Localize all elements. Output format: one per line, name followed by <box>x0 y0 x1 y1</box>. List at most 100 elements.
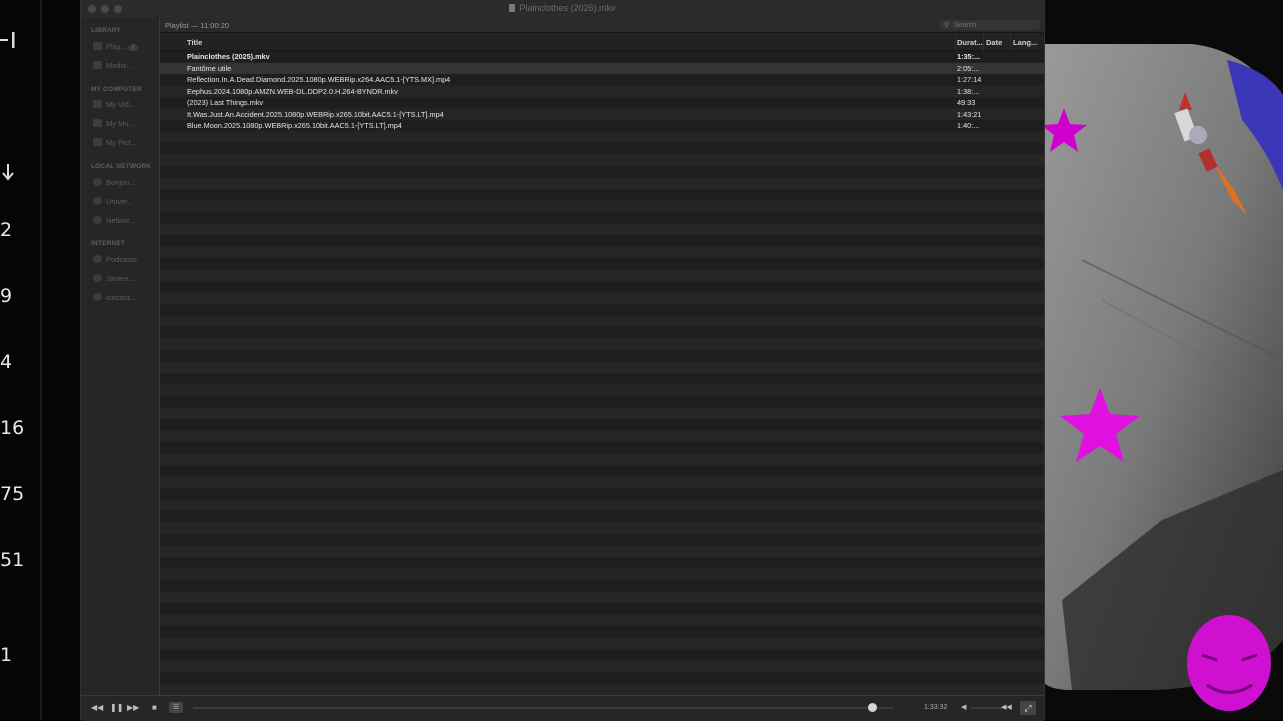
background-number: 51 <box>0 549 25 571</box>
column-header-duration[interactable]: Durat... <box>957 38 983 47</box>
window-title-text: Plainclothes (2026).mkv <box>519 3 616 13</box>
sidebar-item-label: My Mu... <box>106 119 135 128</box>
network-globe-icon <box>93 216 102 224</box>
search-input[interactable] <box>954 20 1036 30</box>
podcast-icon <box>93 293 102 301</box>
sidebar-heading-internet: INTERNET <box>91 240 126 247</box>
row-title: Plainclothes (2025).mkv <box>187 52 270 61</box>
playlist-row[interactable]: Fantôme utile 2:05:... <box>160 62 1044 74</box>
podcast-icon <box>93 255 102 263</box>
playlist-toggle-button[interactable]: ☰ <box>169 702 183 713</box>
background-number: 2 <box>0 219 13 241</box>
column-header-date[interactable]: Date <box>986 38 1002 47</box>
row-title: Fantôme utile <box>187 63 232 73</box>
sidebar-item-my-videos[interactable]: My Vid... <box>93 100 157 112</box>
network-globe-icon <box>93 197 102 205</box>
video-frame-illustration <box>1042 44 1283 711</box>
demon-face-logo <box>1187 615 1271 711</box>
background-number: 75 <box>0 483 25 505</box>
fast-forward-button[interactable]: ▶▶ <box>127 703 139 712</box>
sidebar-item-label: Play... <box>106 42 127 51</box>
rewind-button[interactable]: ◀◀ <box>91 703 103 712</box>
sidebar-item-label: Icecast... <box>106 293 137 302</box>
sidebar-heading-my-computer: MY COMPUTER <box>91 86 142 93</box>
background-left-panel: 2 9 4 16 75 51 1 <box>0 0 80 720</box>
row-title: Reflection.In.A.Dead.Diamond.2025.1080p.… <box>187 75 451 84</box>
row-duration: 1:35:... <box>957 52 981 61</box>
fullscreen-button[interactable]: ⤢ <box>1020 701 1036 715</box>
stop-button[interactable]: ■ <box>152 703 157 712</box>
row-duration: 1:40:... <box>957 121 980 130</box>
row-duration: 2:05:... <box>957 63 980 73</box>
sidebar-item-network-streams[interactable]: Networ... <box>93 216 157 228</box>
playlist-panel: Playlist — 11:00:20 ⚲ Title Durat... Dat… <box>160 18 1044 695</box>
search-field[interactable]: ⚲ <box>940 20 1040 30</box>
column-header-title[interactable]: Title <box>187 38 202 47</box>
sidebar-item-my-pictures[interactable]: My Pict... <box>93 138 157 150</box>
sidebar-heading-library: LIBRARY <box>91 27 122 34</box>
background-number: 9 <box>0 285 13 307</box>
row-title: Blue.Moon.2025.1080p.WEBRip.x265.10bit.A… <box>187 121 402 130</box>
row-duration: 49:33 <box>957 98 976 107</box>
playlist-row[interactable]: (2023) Last Things.mkv 49:33 <box>160 97 1044 109</box>
background-number: 4 <box>0 351 13 373</box>
volume-low-icon[interactable]: ◀ <box>961 703 966 711</box>
sidebar-item-playlist[interactable]: Play... 7 <box>93 42 157 54</box>
document-icon <box>509 4 516 12</box>
sidebar-item-my-music[interactable]: My Mu... <box>93 119 157 131</box>
column-header-language[interactable]: Lang... <box>1013 38 1037 47</box>
row-duration: 1:27:14 <box>957 75 982 84</box>
background-number: 16 <box>0 417 25 439</box>
background-download-arrow-icon <box>2 164 14 181</box>
picture-folder-icon <box>93 138 102 146</box>
playlist-row[interactable]: Blue.Moon.2025.1080p.WEBRip.x265.10bit.A… <box>160 120 1044 132</box>
sidebar-item-label: My Vid... <box>106 100 136 109</box>
row-duration: 1:43:21 <box>957 109 982 119</box>
playlist-row[interactable]: Reflection.In.A.Dead.Diamond.2025.1080p.… <box>160 74 1044 86</box>
volume-high-icon[interactable]: ◀◀ <box>1001 703 1012 711</box>
sidebar-item-bonjour[interactable]: Bonjou... <box>93 178 157 190</box>
window-title: Plainclothes (2026).mkv <box>81 3 1044 13</box>
sidebar-item-label: Podcasts <box>106 255 137 264</box>
playlist-count-badge: 7 <box>128 45 138 51</box>
pause-button[interactable]: ❚❚ <box>110 703 123 712</box>
sidebar-item-label: My Pict... <box>106 138 137 147</box>
sidebar-item-label: Jamen... <box>106 274 135 283</box>
sidebar-item-label: Bonjou... <box>106 178 136 187</box>
elapsed-time: 1:33:32 <box>924 704 948 711</box>
media-library-icon <box>93 61 102 69</box>
sidebar-item-jamendo[interactable]: Jamen... <box>93 274 157 286</box>
background-logo-glyph <box>0 32 15 48</box>
music-note-icon <box>93 119 102 127</box>
sidebar-item-podcasts[interactable]: Podcasts <box>93 255 157 267</box>
playlist-row[interactable]: It.Was.Just.An.Accident.2025.1080p.WEBRi… <box>160 109 1044 121</box>
network-globe-icon <box>93 178 102 186</box>
video-folder-icon <box>93 100 102 108</box>
playlist-header-bar: Playlist — 11:00:20 ⚲ <box>160 18 1044 33</box>
row-title: (2023) Last Things.mkv <box>187 98 264 107</box>
background-divider <box>40 0 42 720</box>
playlist-duration-label: Playlist — 11:00:20 <box>165 21 230 30</box>
sidebar-item-label: Univer... <box>106 197 134 206</box>
media-player-window: Plainclothes (2026).mkv LIBRARY Play... 7… <box>80 0 1045 721</box>
sidebar-item-upnp[interactable]: Univer... <box>93 197 157 209</box>
playlist-row[interactable]: Eephus.2024.1080p.AMZN.WEB-DL.DDP2.0.H.2… <box>160 86 1044 98</box>
background-number: 1 <box>0 644 13 666</box>
playlist-icon <box>93 42 102 50</box>
sidebar-item-media-library[interactable]: Media... <box>93 61 157 73</box>
sidebar: LIBRARY Play... 7 Media... MY COMPUTER My… <box>81 18 160 695</box>
column-header-row: Title Durat... Date Lang... <box>160 33 1044 51</box>
row-title: Eephus.2024.1080p.AMZN.WEB-DL.DDP2.0.H.2… <box>187 86 398 96</box>
sidebar-item-icecast[interactable]: Icecast... <box>93 293 157 305</box>
row-duration: 1:38:... <box>957 86 980 96</box>
sidebar-heading-local-network: LOCAL NETWORK <box>91 163 152 170</box>
row-title: It.Was.Just.An.Accident.2025.1080p.WEBRi… <box>187 109 444 119</box>
title-bar[interactable]: Plainclothes (2026).mkv <box>81 0 1044 19</box>
sidebar-item-label: Networ... <box>106 216 136 225</box>
seek-bar[interactable] <box>193 703 893 712</box>
seek-knob[interactable] <box>867 703 877 712</box>
playlist-row[interactable]: Plainclothes (2025).mkv 1:35:... <box>160 51 1044 63</box>
playback-controls-bar: ◀◀ ❚❚ ▶▶ ■ ☰ 1:33:32 ◀ ◀◀ ⤢ <box>81 695 1044 721</box>
search-icon: ⚲ <box>944 22 950 29</box>
podcast-icon <box>93 274 102 282</box>
